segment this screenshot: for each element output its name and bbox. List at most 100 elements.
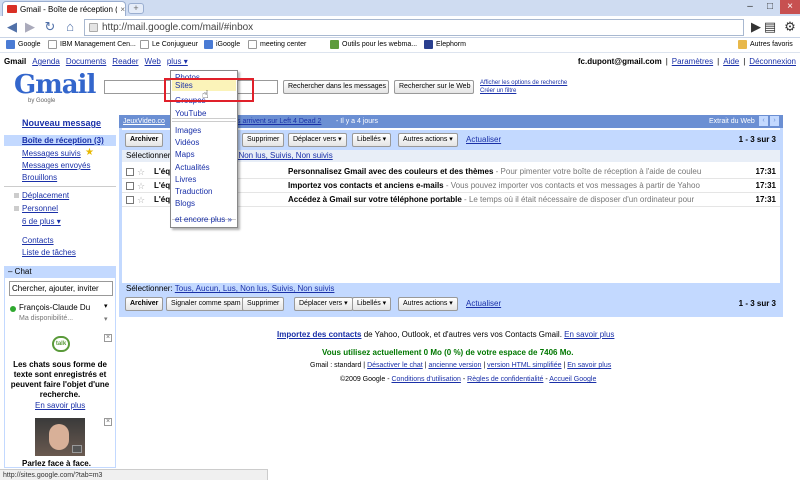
chat-status-text[interactable]: Ma disponibilité... bbox=[19, 315, 73, 322]
select-filters[interactable]: Tous, Aucun, Lus, Non lus, Suivis, Non s… bbox=[175, 284, 335, 293]
compose-link[interactable]: Nouveau message bbox=[22, 118, 101, 128]
nav-web[interactable]: Web bbox=[145, 57, 161, 66]
close-window-icon[interactable]: × bbox=[780, 0, 800, 14]
prev-clip-icon[interactable]: ‹ bbox=[759, 116, 768, 126]
nav-reader[interactable]: Reader bbox=[112, 57, 138, 66]
web-clip-source[interactable]: JeuxVideo.co bbox=[123, 118, 165, 125]
row-checkbox[interactable] bbox=[126, 168, 134, 176]
nav-agenda[interactable]: Agenda bbox=[32, 57, 60, 66]
labels-button[interactable]: Libellés ▾ bbox=[352, 297, 392, 311]
menu-item-more[interactable]: et encore plus » bbox=[175, 215, 232, 224]
highlight-annotation bbox=[164, 78, 254, 102]
chat-header[interactable]: – Chat bbox=[4, 266, 116, 278]
refresh-link[interactable]: Actualiser bbox=[466, 299, 501, 308]
row-checkbox[interactable] bbox=[126, 182, 134, 190]
menu-item-news[interactable]: Actualités bbox=[175, 163, 210, 172]
archive-button[interactable]: Archiver bbox=[125, 297, 164, 311]
star-icon[interactable]: ☆ bbox=[137, 193, 145, 207]
more-actions-button[interactable]: Autres actions ▾ bbox=[398, 297, 458, 311]
nav-more[interactable]: plus ▾ bbox=[167, 57, 188, 66]
create-filter-link[interactable]: Créer un filtre bbox=[480, 87, 567, 95]
new-tab-button[interactable]: + bbox=[128, 3, 144, 14]
search-options-link[interactable]: Afficher les options de recherche bbox=[480, 79, 567, 87]
move-to-button[interactable]: Déplacer vers ▾ bbox=[294, 297, 353, 311]
move-to-button[interactable]: Déplacer vers ▾ bbox=[288, 133, 347, 147]
bookmark-ibm[interactable]: IBM Management Cen... bbox=[48, 40, 136, 49]
page-menu-icon[interactable]: ▤ bbox=[762, 19, 778, 35]
nav-drafts[interactable]: Brouillons bbox=[22, 173, 57, 182]
select-filters[interactable]: , Non lus, Suivis, Non suivis bbox=[234, 150, 333, 162]
search-web-button[interactable]: Rechercher sur le Web bbox=[394, 80, 474, 94]
more-labels-link[interactable]: 6 de plus ▾ bbox=[22, 217, 61, 226]
close-icon[interactable]: × bbox=[104, 334, 112, 342]
help-link[interactable]: Aide bbox=[723, 57, 739, 66]
labels-button[interactable]: Libellés ▾ bbox=[352, 133, 392, 147]
import-contacts-link[interactable]: Importez des contacts bbox=[277, 330, 361, 339]
label-deplacement[interactable]: Déplacement bbox=[22, 191, 69, 200]
forward-icon[interactable]: ▶ bbox=[22, 19, 38, 35]
chat-search-input[interactable]: Chercher, ajouter, inviter bbox=[9, 281, 113, 296]
row-checkbox[interactable] bbox=[126, 196, 134, 204]
logout-link[interactable]: Déconnexion bbox=[749, 57, 796, 66]
star-icon[interactable]: ☆ bbox=[137, 165, 145, 179]
settings-link[interactable]: Paramètres bbox=[672, 57, 713, 66]
tasks-link[interactable]: Liste de tâches bbox=[22, 248, 76, 257]
wrench-icon[interactable]: ⚙ bbox=[782, 19, 798, 35]
contacts-link[interactable]: Contacts bbox=[22, 236, 54, 245]
disable-chat-link[interactable]: Désactiver le chat bbox=[367, 362, 423, 369]
chevron-down-icon[interactable]: ▾ bbox=[104, 302, 108, 310]
chevron-down-icon[interactable]: ▾ bbox=[104, 315, 108, 323]
menu-item-translate[interactable]: Traduction bbox=[175, 187, 213, 196]
minimize-icon[interactable]: – bbox=[740, 0, 760, 14]
web-clip-headline[interactable]: s arrivent sur Left 4 Dead 2 bbox=[237, 115, 321, 128]
delete-button[interactable]: Supprimer bbox=[242, 297, 285, 311]
other-bookmarks[interactable]: Autres favoris bbox=[738, 40, 793, 49]
archive-button[interactable]: Archiver bbox=[125, 133, 164, 147]
menu-item-blogs[interactable]: Blogs bbox=[175, 199, 195, 208]
reload-icon[interactable]: ↻ bbox=[42, 19, 58, 35]
bookmark-outils[interactable]: Outils pour les webma... bbox=[330, 40, 417, 49]
close-icon[interactable]: × bbox=[104, 418, 112, 426]
bookmark-elephorm[interactable]: Elephorm bbox=[424, 40, 466, 49]
close-tab-icon[interactable]: × bbox=[120, 5, 125, 14]
menu-item-books[interactable]: Livres bbox=[175, 175, 196, 184]
nav-documents[interactable]: Documents bbox=[66, 57, 106, 66]
nav-starred[interactable]: Messages suivis bbox=[22, 149, 81, 158]
privacy-link[interactable]: Règles de confidentialité bbox=[467, 376, 543, 383]
bookmark-meeting[interactable]: meeting center bbox=[248, 40, 306, 49]
refresh-link[interactable]: Actualiser bbox=[466, 135, 501, 144]
more-actions-button[interactable]: Autres actions ▾ bbox=[398, 133, 458, 147]
bookmark-google[interactable]: Google bbox=[6, 40, 41, 49]
learn-more-link[interactable]: En savoir plus bbox=[564, 330, 614, 339]
menu-item-videos[interactable]: Vidéos bbox=[175, 138, 199, 147]
menu-item-images[interactable]: Images bbox=[175, 126, 201, 135]
google-home-link[interactable]: Accueil Google bbox=[549, 376, 596, 383]
bookmark-igoogle[interactable]: iGoogle bbox=[204, 40, 240, 49]
maximize-icon[interactable]: □ bbox=[760, 0, 780, 14]
report-spam-button[interactable]: Signaler comme spam bbox=[166, 297, 246, 311]
address-bar[interactable]: http://mail.google.com/mail/#inbox bbox=[84, 19, 744, 36]
bookmark-conjugueur[interactable]: Le Conjugueur bbox=[140, 40, 198, 49]
menu-item-maps[interactable]: Maps bbox=[175, 150, 195, 159]
label-personnel[interactable]: Personnel bbox=[22, 204, 58, 213]
gmail-logo[interactable]: Gmail by Google bbox=[14, 72, 106, 108]
collapse-icon[interactable]: – bbox=[8, 267, 15, 276]
old-version-link[interactable]: ancienne version bbox=[428, 362, 481, 369]
web-clip-extract[interactable]: Extrait du Web bbox=[709, 115, 755, 128]
message-count: 1 - 3 sur 3 bbox=[738, 135, 776, 144]
view-learn-more-link[interactable]: En savoir plus bbox=[567, 362, 611, 369]
home-icon[interactable]: ⌂ bbox=[62, 19, 78, 35]
nav-inbox[interactable]: Boîte de réception (3) bbox=[22, 136, 104, 145]
back-icon[interactable]: ◀ bbox=[4, 19, 20, 35]
star-icon[interactable]: ☆ bbox=[137, 179, 145, 193]
chat-promo-link[interactable]: En savoir plus bbox=[35, 401, 85, 410]
search-mail-button[interactable]: Rechercher dans les messages bbox=[283, 80, 389, 94]
basic-html-link[interactable]: version HTML simplifiée bbox=[487, 362, 561, 369]
delete-button[interactable]: Supprimer bbox=[242, 133, 285, 147]
nav-sent[interactable]: Messages envoyés bbox=[22, 161, 90, 170]
storage-usage: Vous utilisez actuellement 0 Mo (0 %) de… bbox=[322, 348, 574, 357]
browser-tab[interactable]: Gmail - Boîte de réception (... × bbox=[2, 1, 126, 16]
menu-item-youtube[interactable]: YouTube bbox=[175, 109, 206, 118]
terms-link[interactable]: Conditions d'utilisation bbox=[391, 376, 460, 383]
next-clip-icon[interactable]: › bbox=[770, 116, 779, 126]
